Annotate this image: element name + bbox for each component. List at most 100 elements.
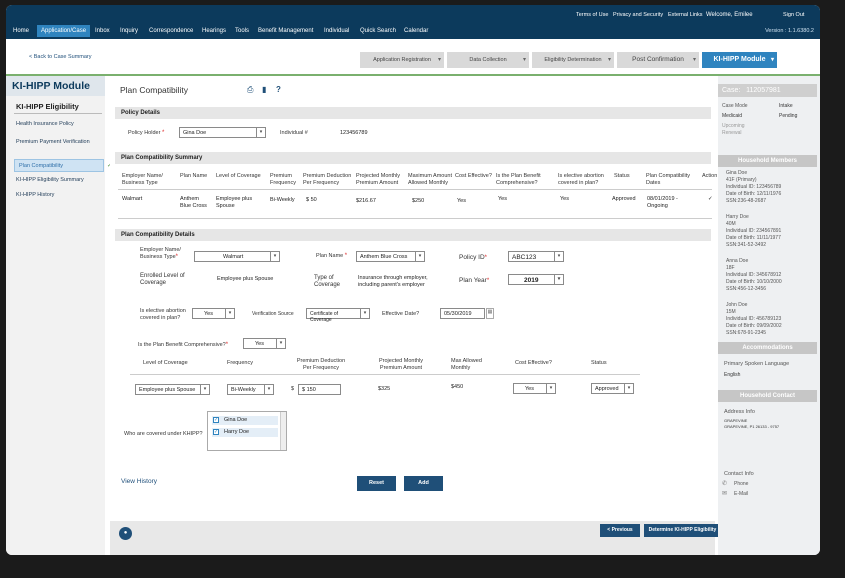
chevron-down-icon: ▾ bbox=[415, 252, 424, 261]
plan-name-select[interactable]: Anthem Blue Cross ▾ bbox=[356, 251, 425, 262]
sidebar-item-history[interactable]: KI-HIPP History bbox=[16, 192, 54, 198]
member-id: Individual ID: 234567891 bbox=[726, 228, 782, 234]
label-text: Plan Year bbox=[459, 277, 487, 284]
sidebar-item-premium-payment-verification[interactable]: Premium Payment Verification bbox=[16, 139, 90, 145]
nav-individual[interactable]: Individual bbox=[324, 28, 349, 34]
cell-dates: 08/01/2019 - Ongoing bbox=[647, 196, 678, 209]
language-label: Primary Spoken Language bbox=[724, 361, 790, 367]
nav-hearings[interactable]: Hearings bbox=[202, 28, 226, 34]
step-label: KI-HIPP Module bbox=[713, 56, 766, 63]
nav-tools[interactable]: Tools bbox=[235, 28, 249, 34]
sidebar-item-plan-compatibility[interactable]: Plan Compatibility✓ bbox=[14, 159, 112, 172]
select-value: Anthem Blue Cross bbox=[360, 254, 408, 260]
effective-date-label: Effective Date? bbox=[382, 311, 420, 317]
comprehensive-select[interactable]: Yes ▾ bbox=[243, 338, 286, 349]
member-ssn: SSN:678-91-2345 bbox=[726, 330, 767, 336]
back-to-case-summary-link[interactable]: < Back to Case Summary bbox=[29, 54, 92, 60]
select-value: Yes bbox=[525, 386, 534, 392]
list-item-label: Harry Doe bbox=[224, 429, 250, 435]
external-links[interactable]: External Links bbox=[668, 12, 703, 18]
select-value: Gina Doe bbox=[183, 130, 207, 136]
step-application-registration[interactable]: Application Registration ▾ bbox=[360, 52, 444, 68]
privacy-link[interactable]: Privacy and Security bbox=[613, 12, 663, 18]
col-frequency: Premium Frequency bbox=[270, 173, 296, 186]
nav-benefit-management[interactable]: Benefit Management bbox=[258, 28, 313, 34]
enrolled-level-value: Employee plus Spouse bbox=[217, 276, 274, 282]
sidebar-item-eligibility-summary[interactable]: KI-HIPP Eligibility Summary bbox=[16, 177, 84, 183]
document-icon[interactable]: ▮ bbox=[262, 85, 266, 94]
covered-listbox[interactable]: ✓ Gina Doe ✓ Harry Doe bbox=[207, 411, 287, 451]
add-button[interactable]: Add bbox=[404, 476, 443, 491]
member-dob: Date of Birth: 11/11/1977 bbox=[726, 235, 781, 241]
nav-inbox[interactable]: Inbox bbox=[95, 28, 110, 34]
print-icon[interactable]: ⎙ bbox=[247, 85, 253, 95]
chevron-down-icon: ▾ bbox=[225, 309, 234, 318]
determine-eligibility-button[interactable]: Determine KI-HIPP Eligibility bbox=[644, 524, 721, 537]
page-title: Plan Compatibility bbox=[120, 85, 189, 95]
col-comprehensive: Is the Plan Benefit Comprehensive? bbox=[496, 173, 541, 186]
step-post-confirmation[interactable]: Post Confirmation ▾ bbox=[617, 52, 699, 68]
chat-icon[interactable]: ● bbox=[119, 527, 132, 540]
list-item-label: Gina Doe bbox=[224, 417, 248, 423]
help-icon[interactable]: ? bbox=[276, 85, 281, 94]
chevron-down-icon: ▾ bbox=[546, 384, 555, 393]
grid-level-select[interactable]: Employee plus Spouse ▾ bbox=[135, 384, 210, 395]
chevron-down-icon: ▾ bbox=[256, 128, 265, 137]
list-item[interactable]: ✓ Harry Doe bbox=[212, 428, 278, 437]
grid-col-level: Level of Coverage bbox=[143, 360, 188, 366]
sidebar-section-title: KI-HIPP Eligibility bbox=[16, 102, 79, 111]
nav-calendar[interactable]: Calendar bbox=[404, 28, 428, 34]
step-label: Eligibility Determination bbox=[544, 57, 602, 63]
step-data-collection[interactable]: Data Collection ▾ bbox=[447, 52, 529, 68]
policy-holder-select[interactable]: Gina Doe ▾ bbox=[179, 127, 266, 138]
edit-action-icon[interactable]: ✓ bbox=[708, 196, 713, 203]
nav-correspondence[interactable]: Correspondence bbox=[149, 28, 193, 34]
member-id: Individual ID: 456789123 bbox=[726, 316, 782, 322]
abortion-select[interactable]: Yes ▾ bbox=[192, 308, 235, 319]
checkbox-icon[interactable]: ✓ bbox=[213, 429, 219, 435]
select-value: Approved bbox=[595, 386, 619, 392]
verification-source-label: Verification Source bbox=[252, 311, 294, 317]
case-label: Case: bbox=[722, 87, 741, 94]
employer-select[interactable]: Walmart ▾ bbox=[194, 251, 280, 262]
welcome-text: Welcome, Emilee bbox=[706, 12, 753, 18]
step-ki-hipp-module[interactable]: KI-HIPP Module ▾ bbox=[702, 52, 777, 68]
select-value: Employee plus Spouse bbox=[139, 387, 196, 393]
reset-button[interactable]: Reset bbox=[357, 476, 396, 491]
nav-application-case[interactable]: Application/Case bbox=[37, 25, 91, 37]
calendar-icon[interactable]: ▦ bbox=[486, 308, 494, 319]
grid-frequency-select[interactable]: Bi-Weekly ▾ bbox=[227, 384, 274, 395]
sign-out-link[interactable]: Sign Out bbox=[783, 12, 804, 18]
grid-cost-select[interactable]: Yes ▾ bbox=[513, 383, 556, 394]
previous-button[interactable]: < Previous bbox=[600, 524, 640, 537]
member-id: Individual ID: 123456789 bbox=[726, 184, 782, 190]
plan-year-select[interactable]: 2019 ▾ bbox=[508, 274, 564, 285]
chevron-down-icon: ▾ bbox=[554, 252, 563, 261]
effective-date-input[interactable]: 05/30/2019 bbox=[440, 308, 485, 319]
chevron-down-icon: ▾ bbox=[360, 309, 369, 318]
checkbox-icon[interactable]: ✓ bbox=[213, 417, 219, 423]
member-ssn: SSN:236-48-2687 bbox=[726, 198, 767, 204]
nav-quick-search[interactable]: Quick Search bbox=[360, 28, 396, 34]
grid-status-select[interactable]: Approved ▾ bbox=[591, 383, 634, 394]
scrollbar[interactable] bbox=[280, 412, 286, 450]
step-bar: < Back to Case Summary Application Regis… bbox=[6, 39, 820, 76]
label-text: Is the Plan Benefit Comprehensive? bbox=[138, 342, 226, 348]
step-label: Application Registration bbox=[373, 57, 431, 63]
policy-id-select[interactable]: ABC123 ▾ bbox=[508, 251, 564, 262]
language-value: English bbox=[724, 372, 741, 378]
member-dob: Date of Birth: 12/11/1976 bbox=[726, 191, 782, 197]
chevron-down-icon: ▾ bbox=[264, 385, 273, 394]
nav-inquiry[interactable]: Inquiry bbox=[120, 28, 138, 34]
terms-link[interactable]: Terms of Use bbox=[576, 12, 608, 18]
verification-source-select[interactable]: Certificate of Coverage ▾ bbox=[306, 308, 370, 323]
nav-home[interactable]: Home bbox=[13, 28, 29, 34]
grid-col-cost: Cost Effective? bbox=[515, 360, 552, 366]
member-dob: Date of Birth: 10/10/2000 bbox=[726, 279, 782, 285]
grid-premium-input[interactable]: $ 150 bbox=[298, 384, 341, 395]
step-eligibility-determination[interactable]: Eligibility Determination ▾ bbox=[532, 52, 614, 68]
view-history-link[interactable]: View History bbox=[121, 478, 157, 485]
list-item[interactable]: ✓ Gina Doe bbox=[212, 416, 278, 425]
sidebar-item-health-insurance-policy[interactable]: Health Insurance Policy bbox=[16, 121, 74, 127]
col-cost-effective: Cost Effective? bbox=[455, 173, 492, 179]
